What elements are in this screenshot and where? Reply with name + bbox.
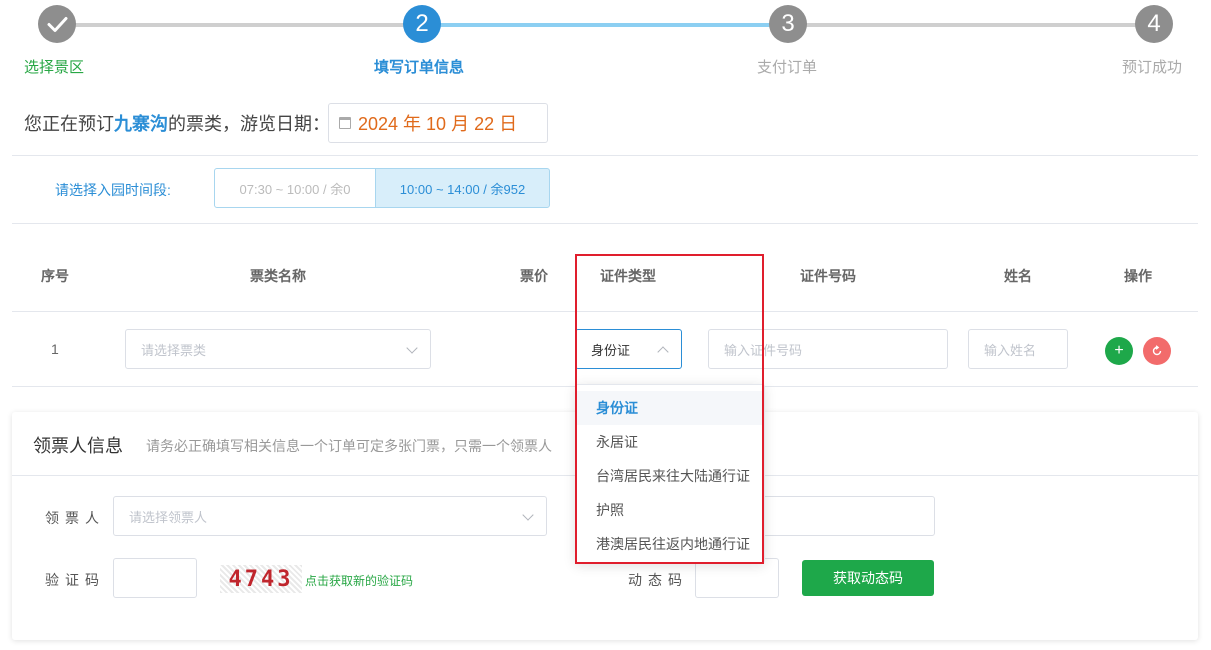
time-slot-label: 请选择入园时间段: [55,182,171,198]
captcha-label: 验证码 [45,572,105,588]
header-id-number: 证件号码 [800,268,856,284]
header-actions: 操作 [1124,268,1152,284]
get-dynamic-code-button[interactable]: 获取动态码 [802,560,934,596]
step-line-3 [788,23,1154,27]
id-number-input[interactable]: 输入证件号码 [708,329,948,369]
receiver-title: 领票人信息 [33,436,123,456]
refresh-icon [1152,345,1162,356]
scenic-name: 九寨沟 [114,114,168,134]
booking-info: 您正在预订 九寨沟 的票类，游览日期： [24,103,330,143]
header-price: 票价 [520,268,548,284]
chevron-down-icon [406,342,418,354]
name-input[interactable]: 输入姓名 [968,329,1068,369]
time-slot-option-2[interactable]: 10:00 ~ 14:00 / 余952 [375,168,550,208]
step-2-label: 填写订单信息 [374,59,465,76]
booking-prefix: 您正在预订 [24,114,114,134]
step-3-circle: 3 [769,5,807,43]
name-placeholder: 输入姓名 [984,342,1037,358]
id-type-select[interactable]: 身份证 [575,329,682,369]
row-index: 1 [51,341,59,357]
id-type-option-3[interactable]: 台湾居民来往大陆通行证 [576,459,764,493]
booking-suffix: 的票类，游览日期： [168,114,330,134]
receiver-hint: 请务必正确填写相关信息一个订单可定多张门票，只需一个领票人 [146,438,552,454]
visit-date: 2024 年 10 月 22 日 [358,114,518,134]
step-4-label: 预订成功 [1122,59,1183,76]
id-type-option-4[interactable]: 护照 [576,493,764,527]
id-type-option-5[interactable]: 港澳居民往返内地通行证 [576,527,764,561]
receiver-placeholder: 请选择领票人 [129,509,208,525]
receiver-label: 领票人 [45,510,105,526]
time-slot-option-1[interactable]: 07:30 ~ 10:00 / 余0 [214,168,376,208]
id-type-dropdown: 身份证 永居证 台湾居民来往大陆通行证 护照 港澳居民往返内地通行证 [575,384,765,564]
dynamic-code-input[interactable] [695,558,779,598]
id-type-value: 身份证 [591,342,631,358]
receiver-select[interactable]: 请选择领票人 [113,496,547,536]
divider [12,223,1198,224]
ticket-type-select[interactable]: 请选择票类 [125,329,431,369]
step-line-1 [57,23,423,27]
step-4-circle: 4 [1135,5,1173,43]
dynamic-code-label: 动态码 [628,572,688,588]
step-line-2 [422,23,788,27]
id-number-placeholder: 输入证件号码 [724,342,803,358]
plus-icon: + [1114,342,1124,359]
steps-progress: 2 3 4 选择景区 填写订单信息 支付订单 预订成功 [0,0,1211,90]
receiver-extra-input[interactable] [760,496,935,536]
captcha-refresh-link[interactable]: 点击获取新的验证码 [305,572,413,589]
step-3-label: 支付订单 [757,59,818,76]
step-2-circle: 2 [403,5,441,43]
calendar-icon [339,117,351,129]
header-id-type: 证件类型 [600,268,656,284]
visit-date-picker[interactable]: 2024 年 10 月 22 日 [328,103,548,143]
step-1-label: 选择景区 [24,59,85,76]
header-index: 序号 [41,268,69,284]
ticket-type-placeholder: 请选择票类 [141,342,207,358]
step-1-circle [38,5,76,43]
header-ticket-name: 票类名称 [250,268,306,284]
captcha-input[interactable] [113,558,197,598]
captcha-image[interactable]: 4743 [220,565,302,593]
id-type-option-2[interactable]: 永居证 [576,425,764,459]
reset-row-button[interactable] [1143,337,1171,365]
check-icon [47,17,68,32]
add-row-button[interactable]: + [1105,337,1133,365]
id-type-option-1[interactable]: 身份证 [576,391,764,425]
chevron-up-icon [657,346,669,358]
header-name: 姓名 [1004,268,1032,284]
divider [12,155,1198,156]
chevron-down-icon [522,509,534,521]
